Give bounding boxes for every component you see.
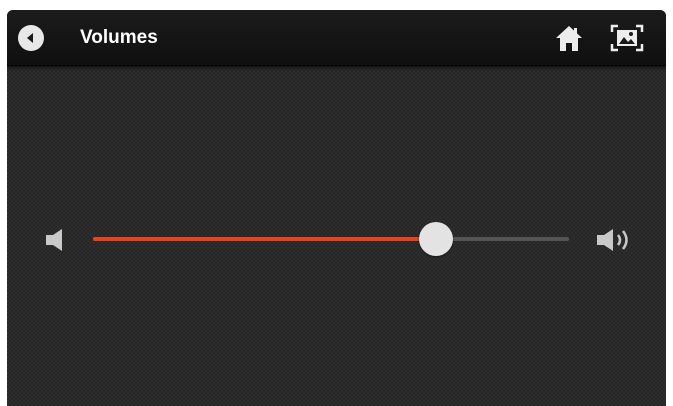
screenshot-icon bbox=[610, 24, 644, 52]
page-title: Volumes bbox=[80, 27, 158, 48]
slider-thumb[interactable] bbox=[418, 222, 453, 256]
volume-slider[interactable] bbox=[93, 222, 569, 256]
title-bar: Volumes bbox=[7, 10, 666, 66]
volume-high-icon[interactable] bbox=[595, 226, 637, 254]
back-arrow-icon bbox=[27, 33, 33, 43]
screenshot-button[interactable] bbox=[610, 23, 644, 53]
home-icon bbox=[556, 26, 582, 51]
slider-fill bbox=[93, 237, 436, 241]
volumes-screen: Volumes bbox=[7, 10, 666, 406]
volume-low-icon[interactable] bbox=[44, 226, 70, 254]
back-button[interactable] bbox=[18, 25, 44, 51]
home-button[interactable] bbox=[554, 23, 584, 53]
